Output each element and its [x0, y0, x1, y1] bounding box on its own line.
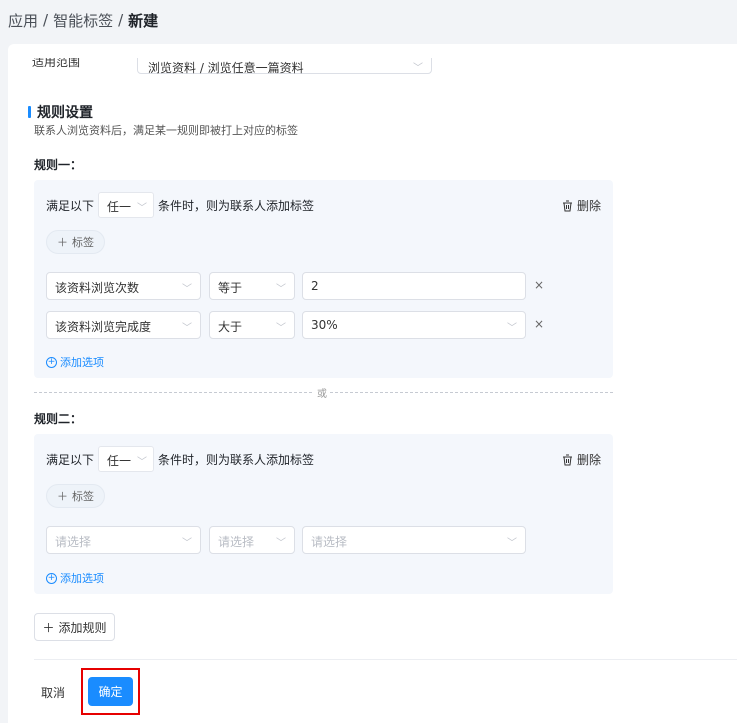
section-title-text: 规则设置 [37, 105, 93, 121]
cond-prefix: 满足以下 [46, 452, 95, 467]
chevron-down-icon: ﹀ [182, 284, 192, 295]
match-mode-select[interactable]: 任一 ﹀ [98, 446, 155, 472]
plus-icon: ＋ [57, 490, 68, 503]
chevron-down-icon: ﹀ [413, 63, 423, 74]
chevron-down-icon: ﹀ [182, 323, 192, 334]
scope-select[interactable]: 浏览资料 / 浏览任意一篇资料 ﹀ [137, 58, 432, 75]
condition-operator-select[interactable]: 等于 ﹀ [209, 272, 295, 300]
breadcrumb-separator: / [118, 11, 124, 29]
rule-1-panel: 满足以下 任一 ﹀ 条件时，则为联系人添加标签 删除 ＋ 标签 该资料浏览次数 … [34, 180, 613, 378]
scope-row: 适用范围 浏览资料 / 浏览任意一篇资料 ﹀ [32, 58, 432, 76]
rule-2-panel: 满足以下 任一 ﹀ 条件时，则为联系人添加标签 删除 ＋ 标签 请选择 ﹀ 请选… [34, 434, 613, 594]
section-accent-bar [28, 106, 31, 118]
trash-icon [562, 200, 572, 211]
add-rule-button[interactable]: ＋ 添加规则 [34, 613, 115, 641]
rules-section-title: 规则设置 [28, 102, 93, 122]
section-description: 联系人浏览资料后，满足某一规则即被打上对应的标签 [34, 124, 298, 137]
condition-value-select[interactable]: 30% ﹀ [302, 311, 526, 339]
trash-icon [562, 454, 572, 465]
add-tag-button[interactable]: ＋ 标签 [46, 484, 105, 508]
condition-value-select[interactable]: 请选择 ﹀ [302, 526, 526, 554]
condition-field-select[interactable]: 请选择 ﹀ [46, 526, 201, 554]
footer-divider [34, 659, 737, 660]
rule-1-title: 规则一： [34, 158, 83, 172]
confirm-button[interactable]: 确定 [88, 677, 133, 706]
chevron-down-icon: ﹀ [137, 457, 148, 468]
rule-2-title: 规则二： [34, 412, 83, 426]
form-card: 适用范围 浏览资料 / 浏览任意一篇资料 ﹀ 规则设置 联系人浏览资料后，满足某… [8, 44, 737, 723]
remove-condition-icon[interactable]: × [534, 278, 544, 292]
scope-value: 浏览资料 / 浏览任意一篇资料 [148, 61, 304, 75]
breadcrumb-separator: / [43, 11, 49, 29]
chevron-down-icon: ﹀ [507, 538, 517, 549]
plus-icon: ＋ [42, 620, 55, 635]
chevron-down-icon: ﹀ [182, 538, 192, 549]
rule-1-condition-line: 满足以下 任一 ﹀ 条件时，则为联系人添加标签 [46, 192, 314, 218]
condition-field-select[interactable]: 该资料浏览次数 ﹀ [46, 272, 201, 300]
delete-rule-button[interactable]: 删除 [562, 451, 601, 468]
delete-rule-button[interactable]: 删除 [562, 197, 601, 214]
breadcrumb: 应用 / 智能标签 / 新建 [8, 10, 158, 30]
breadcrumb-current: 新建 [128, 11, 159, 30]
cond-prefix: 满足以下 [46, 198, 95, 213]
chevron-down-icon: ﹀ [276, 284, 286, 295]
or-divider: 或 [34, 385, 613, 400]
condition-field-select[interactable]: 该资料浏览完成度 ﹀ [46, 311, 201, 339]
condition-operator-select[interactable]: 请选择 ﹀ [209, 526, 295, 554]
cond-suffix: 条件时，则为联系人添加标签 [158, 198, 315, 213]
cond-suffix: 条件时，则为联系人添加标签 [158, 452, 315, 467]
chevron-down-icon: ﹀ [507, 323, 517, 334]
cancel-button[interactable]: 取消 [34, 678, 72, 706]
plus-circle-icon: + [46, 572, 57, 584]
condition-operator-select[interactable]: 大于 ﹀ [209, 311, 295, 339]
add-option-button[interactable]: + 添加选项 [46, 354, 104, 370]
chevron-down-icon: ﹀ [276, 323, 286, 334]
add-tag-button[interactable]: ＋ 标签 [46, 230, 105, 254]
chevron-down-icon: ﹀ [137, 203, 148, 214]
add-option-button[interactable]: + 添加选项 [46, 570, 104, 586]
condition-value-input[interactable]: 2 [302, 272, 526, 300]
match-mode-select[interactable]: 任一 ﹀ [98, 192, 155, 218]
plus-icon: ＋ [57, 236, 68, 249]
breadcrumb-smart-tags[interactable]: 智能标签 [53, 10, 113, 31]
chevron-down-icon: ﹀ [276, 538, 286, 549]
breadcrumb-apps[interactable]: 应用 [8, 10, 38, 31]
remove-condition-icon[interactable]: × [534, 317, 544, 331]
rule-2-condition-line: 满足以下 任一 ﹀ 条件时，则为联系人添加标签 [46, 446, 314, 472]
plus-circle-icon: + [46, 356, 57, 368]
scope-label: 适用范围 [32, 58, 81, 69]
